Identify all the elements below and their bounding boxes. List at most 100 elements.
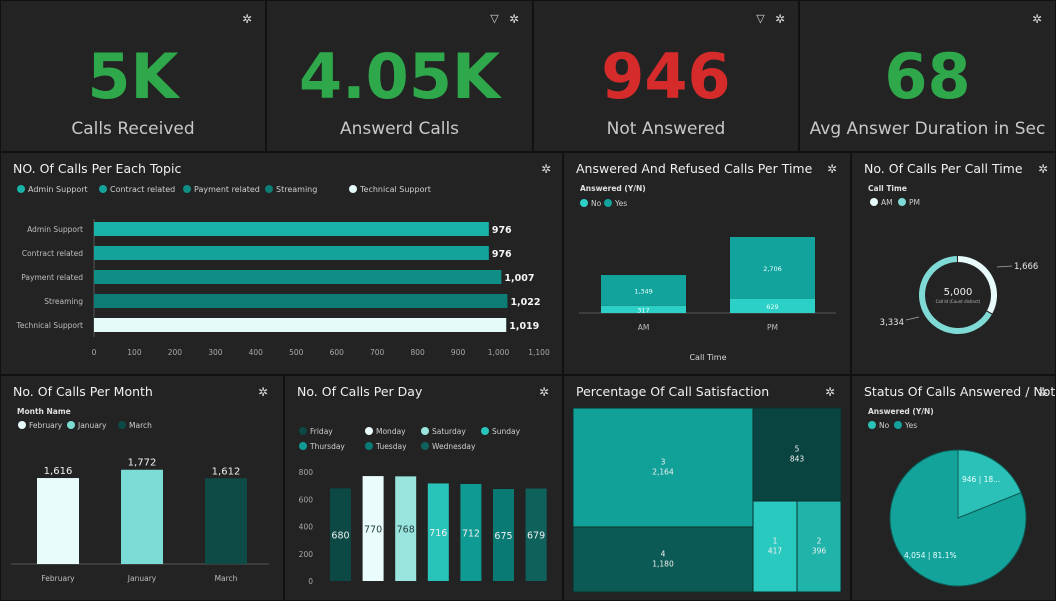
- x-tick-label: 700: [370, 348, 385, 357]
- data-label: 675: [494, 531, 512, 542]
- cell-value: 417: [768, 547, 783, 556]
- cell-value: 396: [812, 547, 827, 556]
- x-axis-label: Call Time: [689, 353, 726, 362]
- cell-value: 2,164: [652, 468, 674, 477]
- data-label: 680: [331, 531, 349, 542]
- x-tick-label: 100: [127, 348, 142, 357]
- bar: [94, 246, 489, 260]
- x-tick-label: 600: [330, 348, 345, 357]
- y-tick-label: 600: [299, 495, 314, 504]
- filter-icon[interactable]: ▽: [489, 13, 500, 25]
- data-label: 1,007: [504, 273, 534, 284]
- legend-label: February: [29, 421, 63, 430]
- x-tick-label: PM: [767, 323, 778, 332]
- legend-swatch: [365, 442, 373, 450]
- legend-label: Technical Support: [359, 185, 431, 194]
- y-tick-label: 200: [299, 550, 314, 559]
- legend-swatch: [580, 199, 588, 207]
- legend-swatch: [18, 421, 26, 429]
- legend-label: PM: [909, 198, 920, 207]
- x-tick-label: 200: [168, 348, 183, 357]
- bar: [94, 270, 502, 284]
- kpi-answered-calls[interactable]: ▽ ✲ 4.05K Answerd Calls: [266, 0, 533, 152]
- kpi-label: Answerd Calls: [339, 119, 460, 139]
- cell-label: 5: [795, 445, 800, 454]
- chart-time: Answered (Y/N) No Yes 317 1,349 AM 629 2,706 PM C…: [579, 184, 836, 362]
- bar: [94, 318, 507, 332]
- kpi-not-answered[interactable]: ▽ ✲ 946 Not Answered: [533, 0, 799, 152]
- bar: [205, 478, 247, 564]
- legend-swatch: [421, 427, 429, 435]
- data-label: 1,022: [510, 297, 540, 308]
- donut-center-value: 5,000: [944, 287, 973, 298]
- y-tick-label: Technical Support: [16, 321, 84, 330]
- legend-swatch: [265, 185, 273, 193]
- panel-call-satisfaction[interactable]: Percentage Of Call Satisfaction ✲ 3 2,164…: [563, 375, 851, 601]
- y-tick-label: Admin Support: [27, 225, 83, 234]
- x-tick-label: 300: [208, 348, 223, 357]
- legend-swatch: [17, 185, 25, 193]
- panel-answered-refused-per-time[interactable]: Answered And Refused Calls Per Time ✲ An…: [563, 152, 851, 375]
- x-tick-label: AM: [638, 323, 650, 332]
- x-tick-label: 1,000: [488, 348, 510, 357]
- data-label: 976: [492, 225, 512, 236]
- data-label: 1,666: [1014, 262, 1038, 272]
- kpi-value: 68: [884, 40, 971, 113]
- legend-label: Admin Support: [28, 185, 88, 194]
- x-tick-label: 400: [249, 348, 264, 357]
- legend-swatch: [481, 427, 489, 435]
- legend-swatch: [421, 442, 429, 450]
- legend-label: January: [77, 421, 107, 430]
- chart-topic: Admin Support Contract related Payment rel…: [16, 185, 550, 357]
- leader-line: [905, 316, 920, 321]
- y-tick-label: Payment related: [21, 273, 83, 282]
- kpi-avg-answer-duration[interactable]: ✲ 68 Avg Answer Duration in Sec: [799, 0, 1056, 152]
- legend-label: Yes: [614, 199, 627, 208]
- gear-icon[interactable]: ✲: [774, 13, 786, 25]
- bar: [94, 222, 489, 236]
- legend-swatch: [118, 421, 126, 429]
- cell-label: 1: [773, 537, 778, 546]
- data-label: 712: [462, 528, 480, 539]
- legend-label: Yes: [904, 421, 917, 430]
- legend-label: No: [879, 421, 890, 430]
- panel-status-answered[interactable]: Status Of Calls Answered / Not ✲ Answere…: [851, 375, 1056, 601]
- panel-calls-per-topic[interactable]: NO. Of Calls Per Each Topic ✲ Admin Supp…: [0, 152, 563, 375]
- kpi-value: 5K: [87, 40, 179, 113]
- donut-center-label: Call Id (Count distinct): [936, 299, 981, 304]
- cell-label: 4: [661, 550, 666, 559]
- kpi-calls-received[interactable]: ✲ 5K Calls Received: [0, 0, 266, 152]
- y-tick-label: 800: [299, 468, 314, 477]
- legend-swatch: [365, 427, 373, 435]
- legend-title: Month Name: [17, 407, 71, 416]
- bar: [94, 294, 508, 308]
- x-tick-label: 900: [451, 348, 466, 357]
- filter-icon[interactable]: ▽: [755, 13, 766, 25]
- panel-calls-per-day[interactable]: No. Of Calls Per Day ✲ Friday Monday Satur…: [284, 375, 563, 601]
- chart-satisfaction: 32,164 41,180 5843 1417 2396: [572, 407, 842, 593]
- gear-icon[interactable]: ✲: [241, 13, 253, 25]
- kpi-label: Calls Received: [71, 119, 195, 139]
- y-tick-label: Contract related: [22, 249, 83, 258]
- cell-value: 1,180: [652, 560, 674, 569]
- legend-swatch: [604, 199, 612, 207]
- chart-status: Answered (Y/N) No Yes 946 | 18... 4,054 | 81…: [868, 407, 1027, 587]
- data-label: 317: [637, 306, 649, 314]
- panel-calls-per-month[interactable]: No. Of Calls Per Month ✲ Month Name Febru…: [0, 375, 284, 601]
- legend-swatch: [299, 442, 307, 450]
- legend-label: No: [591, 199, 602, 208]
- legend-title: Answered (Y/N): [868, 407, 934, 416]
- legend-swatch: [870, 198, 878, 206]
- kpi-value: 4.05K: [298, 40, 500, 113]
- legend-label: Monday: [376, 427, 406, 436]
- gear-icon[interactable]: ✲: [508, 13, 520, 25]
- legend-swatch: [349, 185, 357, 193]
- x-tick-label: February: [41, 574, 75, 583]
- panel-calls-per-call-time[interactable]: No. Of Calls Per Call Time ✲ Call Time AM…: [851, 152, 1056, 375]
- legend-label: Tuesday: [375, 442, 407, 451]
- x-tick-label: March: [215, 574, 238, 583]
- data-label: 3,334: [880, 318, 904, 328]
- bar: [121, 469, 163, 564]
- data-label: 768: [397, 525, 415, 536]
- gear-icon[interactable]: ✲: [1031, 13, 1043, 25]
